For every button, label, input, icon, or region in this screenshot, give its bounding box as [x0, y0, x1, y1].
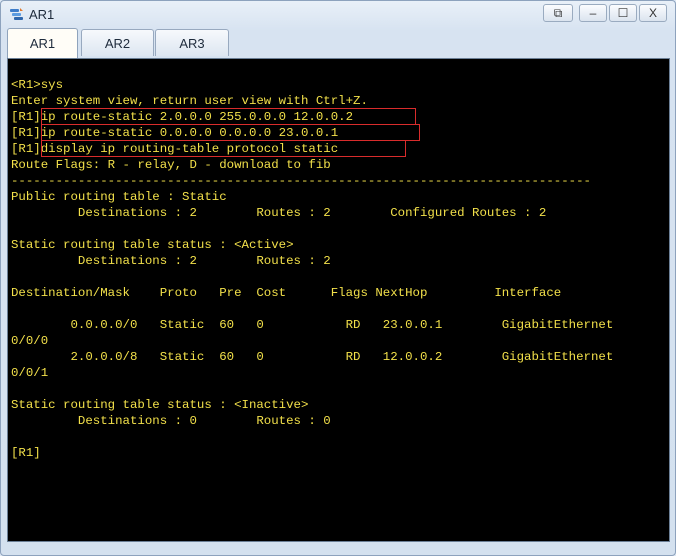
terminal-console[interactable]: <R1>sys Enter system view, return user v… [7, 58, 670, 542]
terminal-line: Destinations : 2 Routes : 2 [11, 254, 331, 268]
terminal-line: 0/0/1 [11, 366, 49, 380]
minimize-button[interactable]: – [579, 4, 607, 22]
terminal-line: Route Flags: R - relay, D - download to … [11, 158, 331, 172]
command-highlight-3 [41, 140, 406, 157]
window-title: AR1 [29, 7, 55, 22]
network-device-icon [10, 8, 23, 20]
maximize-button[interactable]: ☐ [609, 4, 637, 22]
close-button[interactable]: X [639, 4, 667, 22]
command-highlight-2 [41, 124, 420, 141]
restore-button[interactable]: ⧉ [543, 4, 573, 22]
terminal-line: 0.0.0.0/0 Static 60 0 RD 23.0.0.1 Gigabi… [11, 318, 614, 332]
app-window: AR1 ⧉ – ☐ X AR1 AR2 AR3 <R1>sys Enter sy… [0, 0, 676, 556]
tab-ar2[interactable]: AR2 [81, 29, 154, 56]
maximize-icon: ☐ [617, 6, 629, 20]
terminal-line: [R1] [11, 446, 41, 460]
terminal-line: Static routing table status : <Inactive> [11, 398, 309, 412]
restore-icon: ⧉ [553, 5, 563, 20]
terminal-line: 0/0/0 [11, 334, 49, 348]
tab-ar1[interactable]: AR1 [7, 28, 78, 58]
terminal-line: Static routing table status : <Active> [11, 238, 294, 252]
terminal-line: Destinations : 0 Routes : 0 [11, 414, 331, 428]
terminal-line: <R1>sys [11, 78, 64, 92]
minimize-icon: – [589, 6, 597, 20]
terminal-line: Enter system view, return user view with… [11, 94, 368, 108]
terminal-line: Public routing table : Static [11, 190, 227, 204]
terminal-line: 2.0.0.0/8 Static 60 0 RD 12.0.0.2 Gigabi… [11, 350, 614, 364]
terminal-line: Destination/Mask Proto Pre Cost Flags Ne… [11, 286, 562, 300]
tab-ar3[interactable]: AR3 [155, 29, 229, 56]
command-highlight-1 [41, 108, 416, 125]
terminal-line: ----------------------------------------… [11, 174, 591, 188]
close-icon: X [648, 6, 657, 20]
title-bar[interactable]: AR1 ⧉ – ☐ X [1, 1, 675, 27]
window-controls: ⧉ – ☐ X [543, 4, 667, 22]
terminal-line: Destinations : 2 Routes : 2 Configured R… [11, 206, 547, 220]
